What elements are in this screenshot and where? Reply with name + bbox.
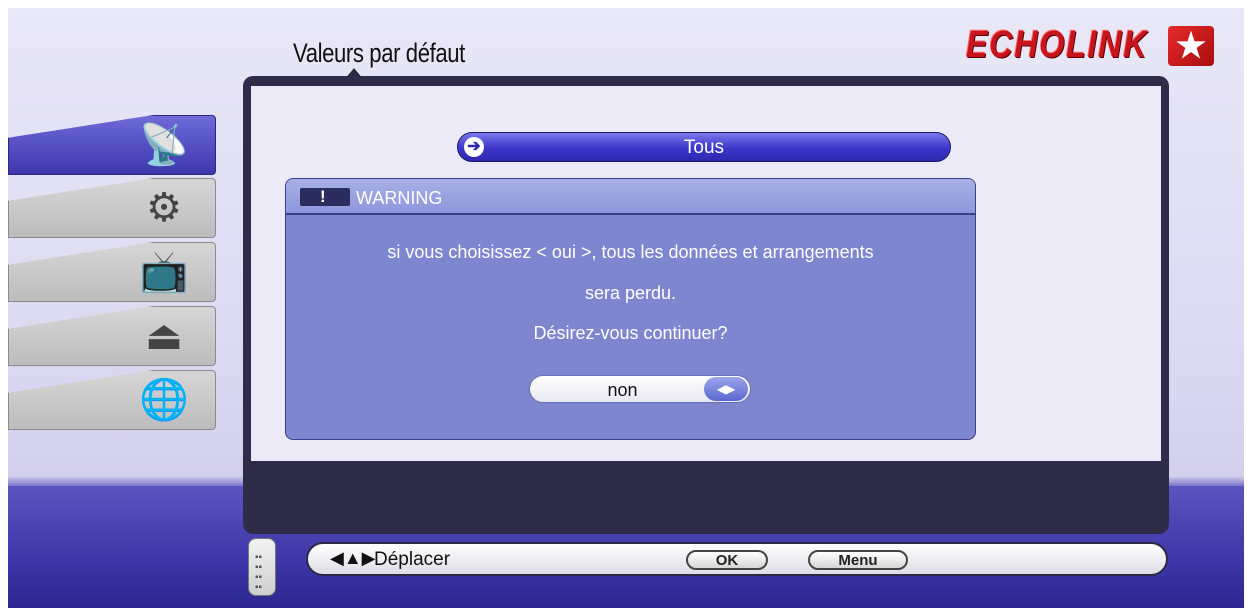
usb-icon: ⏏: [145, 314, 183, 358]
confirm-choice-selector[interactable]: non ◀▶: [529, 375, 751, 403]
warning-icon: !: [300, 187, 350, 206]
brand-star-icon: ★: [1168, 26, 1214, 66]
gears-icon: ⚙: [146, 186, 182, 230]
move-label: Déplacer: [374, 549, 451, 570]
tv-screen: Valeurs par défaut ECHOLINK ★ 📡 ⚙ 📺 ⏏ 🌐 …: [8, 8, 1244, 608]
dialog-question: Désirez-vous continuer?: [533, 323, 728, 343]
warning-dialog: ! WARNING si vous choisissez < oui >, to…: [285, 178, 976, 440]
option-all[interactable]: ➔ Tous: [457, 132, 951, 162]
footer-bar: ◀▲▶ Déplacer OK Menu: [306, 542, 1168, 576]
satellite-dish-icon: 📡: [139, 123, 189, 167]
tv-icon: 📺: [139, 250, 189, 294]
option-all-label: Tous: [683, 137, 725, 158]
page-title: Valeurs par défaut: [293, 38, 465, 68]
brand-logo: ECHOLINK: [966, 24, 1149, 66]
ok-button[interactable]: OK: [686, 550, 768, 570]
dialog-message-line1: si vous choisissez < oui >, tous les don…: [387, 242, 874, 262]
remote-icon: ▪▪ ▪▪ ▪▪ ▪▪: [248, 538, 276, 596]
dpad-icon: ◀▲▶: [330, 548, 376, 568]
dialog-title: WARNING: [356, 188, 443, 208]
globe-icon: 🌐: [139, 378, 189, 422]
dialog-message-line2: sera perdu.: [584, 283, 677, 303]
menu-button[interactable]: Menu: [808, 550, 908, 570]
dialog-header: ! WARNING: [286, 179, 975, 215]
left-right-arrows-icon[interactable]: ◀▶: [704, 377, 748, 401]
choice-value: non: [607, 380, 638, 400]
